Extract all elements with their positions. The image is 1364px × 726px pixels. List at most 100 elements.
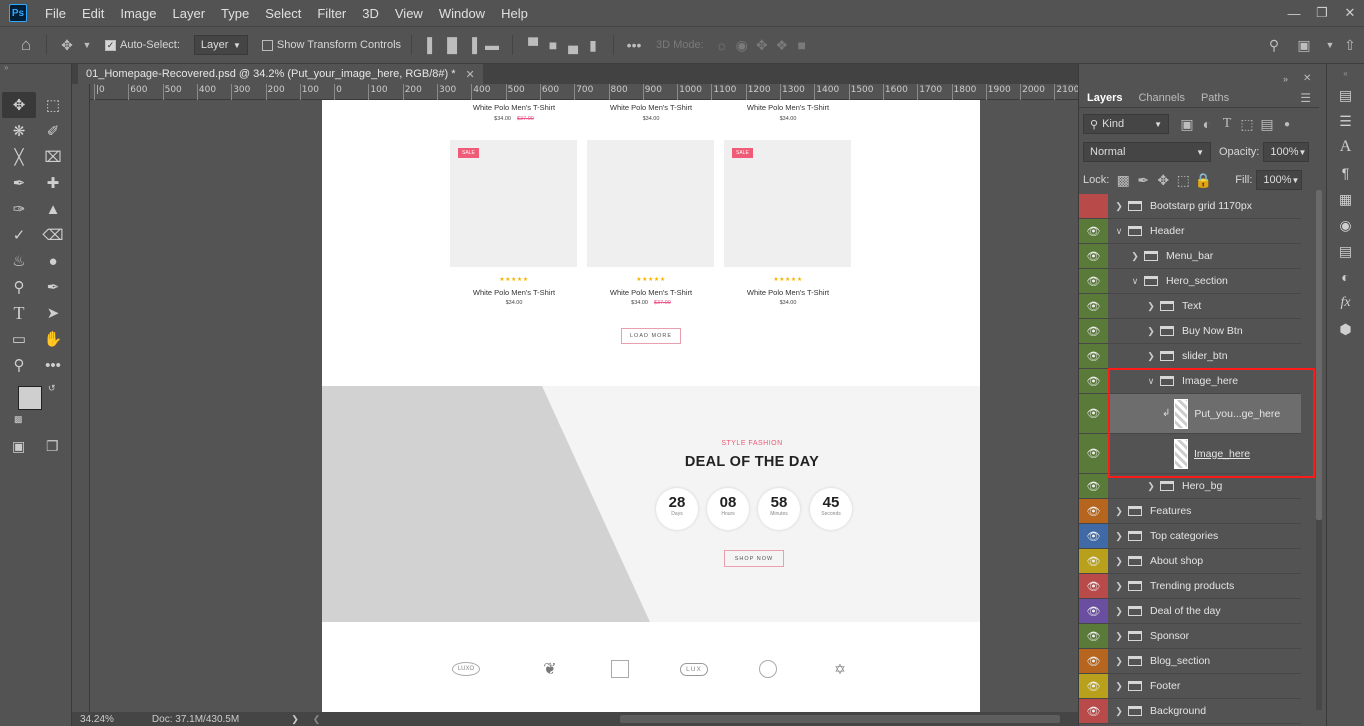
chevron-down-icon[interactable]: ∨ (1114, 226, 1124, 237)
eraser-tool-icon[interactable]: ⌫ (36, 222, 70, 248)
swap-colors-icon[interactable]: ↺ (48, 383, 56, 394)
history-icon[interactable]: ▤ (1327, 82, 1364, 108)
chevron-right-icon[interactable]: ❯ (1114, 531, 1124, 542)
chevron-right-icon[interactable]: ❯ (1114, 201, 1124, 212)
chevron-down-icon[interactable]: ∨ (1130, 276, 1140, 287)
filter-shape-icon[interactable]: ⬚ (1237, 116, 1257, 133)
chevron-right-icon[interactable]: ❯ (1114, 581, 1124, 592)
align-bottom-icon[interactable]: ▄ (563, 37, 583, 53)
visibility-eye-icon[interactable]: 👁 (1079, 244, 1108, 268)
layer-row[interactable]: ❯ Bootstarp grid 1170px (1079, 194, 1301, 219)
align-top-icon[interactable]: ▀ (523, 37, 543, 53)
lock-artboard-icon[interactable]: ⬚ (1173, 172, 1193, 189)
visibility-eye-icon[interactable]: 👁 (1079, 624, 1108, 648)
home-icon[interactable]: ⌂ (16, 35, 36, 55)
lock-image-icon[interactable]: ✒ (1133, 172, 1153, 189)
visibility-eye-icon[interactable]: 👁 (1079, 474, 1108, 498)
chevron-right-icon[interactable]: ❯ (1130, 251, 1140, 262)
status-menu-arrow-icon[interactable]: ❯ (291, 714, 299, 725)
menu-select[interactable]: Select (265, 6, 301, 21)
chevron-right-icon[interactable]: ❯ (1146, 301, 1156, 312)
menu-type[interactable]: Type (221, 6, 249, 21)
menu-view[interactable]: View (395, 6, 423, 21)
swatches-icon[interactable]: ▦ (1327, 186, 1364, 212)
chevron-right-icon[interactable]: ❯ (1114, 556, 1124, 567)
3d-icon[interactable]: ⬢ (1327, 316, 1364, 342)
stamp-tool-icon[interactable]: ▲ (36, 196, 70, 222)
document-tab[interactable]: 01_Homepage-Recovered.psd @ 34.2% (Put_y… (78, 64, 483, 84)
foreground-color[interactable] (18, 386, 42, 410)
layer-row[interactable]: 👁 ❯ Features (1079, 499, 1301, 524)
styles-icon[interactable]: fx (1327, 290, 1364, 316)
blur-tool-icon[interactable]: ● (36, 248, 70, 274)
visibility-eye-icon[interactable]: 👁 (1079, 649, 1108, 673)
quick-mask-icon[interactable]: ▣ (12, 438, 25, 455)
visibility-eye-icon[interactable]: 👁 (1079, 294, 1108, 318)
chevron-right-icon[interactable]: ❯ (1146, 326, 1156, 337)
filter-kind-dropdown[interactable]: ⚲ Kind ▼ (1083, 114, 1169, 134)
quick-select-tool-icon[interactable]: ✐ (36, 118, 70, 144)
show-transform-checkbox[interactable]: Show Transform Controls (261, 39, 401, 51)
visibility-eye-icon[interactable]: 👁 (1079, 434, 1108, 473)
move-tool-icon[interactable]: ✥ (2, 92, 36, 118)
layer-row[interactable]: 👁 ∨ Hero_section (1079, 269, 1301, 294)
visibility-eye-icon[interactable]: 👁 (1079, 499, 1108, 523)
panel-menu-icon[interactable]: ☰ (1300, 91, 1311, 105)
layer-row[interactable]: 👁 ❯ Menu_bar (1079, 244, 1301, 269)
type-tool-icon[interactable]: T (2, 300, 36, 326)
tab-channels[interactable]: Channels (1130, 88, 1192, 108)
zoom-tool-icon[interactable]: ⚲ (2, 352, 36, 378)
chevron-right-icon[interactable]: ❯ (1114, 506, 1124, 517)
paint-bucket-tool-icon[interactable]: ♨ (2, 248, 36, 274)
color-icon[interactable]: ◉ (1327, 212, 1364, 238)
lock-transparent-icon[interactable]: ▩ (1113, 172, 1133, 189)
minimize-icon[interactable]: — (1280, 0, 1308, 26)
menu-image[interactable]: Image (120, 6, 156, 21)
chevron-right-icon[interactable]: ❯ (1114, 681, 1124, 692)
layer-row[interactable]: 👁 ❯ Trending products (1079, 574, 1301, 599)
visibility-eye-icon[interactable]: 👁 (1079, 269, 1108, 293)
menu-layer[interactable]: Layer (173, 6, 206, 21)
chevron-right-icon[interactable]: ❯ (1114, 631, 1124, 642)
layer-row[interactable]: 👁 ❯ Buy Now Btn (1079, 319, 1301, 344)
collapse-panel-icon[interactable]: » (1283, 74, 1288, 84)
visibility-eye-icon[interactable]: 👁 (1079, 549, 1108, 573)
path-select-tool-icon[interactable]: ➤ (36, 300, 70, 326)
visibility-eye-icon[interactable]: 👁 (1079, 574, 1108, 598)
opacity-field[interactable]: 100% ▼ (1263, 142, 1310, 162)
restore-icon[interactable]: ❐ (1308, 0, 1336, 26)
tab-paths[interactable]: Paths (1193, 88, 1237, 108)
align-left-icon[interactable]: ▌ (422, 37, 442, 53)
dodge-tool-icon[interactable]: ⚲ (2, 274, 36, 300)
adjustments-icon[interactable]: ◐ (1327, 264, 1364, 290)
collapse-dock-icon[interactable]: « (1327, 64, 1364, 82)
scroll-left-icon[interactable]: ❮ (313, 714, 321, 725)
layer-row[interactable]: 👁 ❯ Top categories (1079, 524, 1301, 549)
brush-tool-icon[interactable]: ✑ (2, 196, 36, 222)
canvas-area[interactable]: White Polo Men's T-Shirt $34.00 $37.00 Wh… (90, 100, 1078, 712)
layer-row[interactable]: 👁 ❯ About shop (1079, 549, 1301, 574)
layer-row[interactable]: 👁 ❯ Blog_section (1079, 649, 1301, 674)
marquee-tool-icon[interactable]: ⬚ (36, 92, 70, 118)
menu-help[interactable]: Help (501, 6, 528, 21)
visibility-eye-icon[interactable]: 👁 (1079, 699, 1108, 723)
menu-3d[interactable]: 3D (362, 6, 379, 21)
libraries-icon[interactable]: ▤ (1327, 238, 1364, 264)
paragraph-icon[interactable]: ¶ (1327, 160, 1364, 186)
align-middle-v-icon[interactable]: ■ (543, 37, 563, 53)
layer-row[interactable]: 👁 ❯ Background (1079, 699, 1301, 724)
chevron-right-icon[interactable]: ❯ (1114, 706, 1124, 717)
healing-brush-tool-icon[interactable]: ✚ (36, 170, 70, 196)
lock-position-icon[interactable]: ✥ (1153, 172, 1173, 189)
move-tool-icon[interactable]: ✥ (57, 37, 77, 54)
more-tools-icon[interactable]: ••• (36, 352, 70, 378)
pen-tool-icon[interactable]: ✒ (36, 274, 70, 300)
default-colors-icon[interactable]: ▩ (14, 414, 23, 425)
history-brush-tool-icon[interactable]: ✓ (2, 222, 36, 248)
auto-select-checkbox[interactable]: ✓ Auto-Select: (105, 39, 180, 51)
visibility-eye-icon[interactable]: 👁 (1079, 394, 1108, 433)
menu-filter[interactable]: Filter (317, 6, 346, 21)
crop-tool-icon[interactable]: ╳ (2, 144, 36, 170)
filter-type-icon[interactable]: T (1217, 116, 1237, 132)
blend-mode-dropdown[interactable]: Normal ▼ (1083, 142, 1211, 162)
